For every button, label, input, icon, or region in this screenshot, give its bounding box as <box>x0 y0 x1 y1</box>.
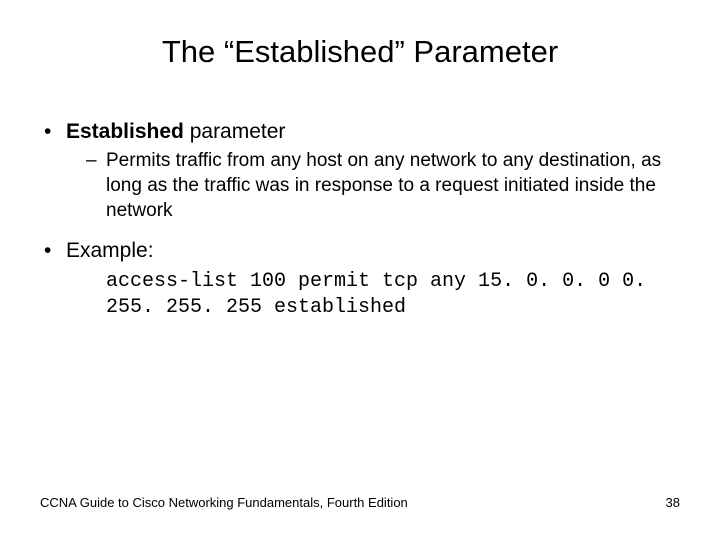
footer-source: CCNA Guide to Cisco Networking Fundament… <box>40 495 408 510</box>
bullet-established: Established parameter <box>40 118 680 145</box>
bullet-example: Example: <box>40 237 680 264</box>
code-example: access-list 100 permit tcp any 15. 0. 0.… <box>40 269 680 321</box>
slide-container: The “Established” Parameter Established … <box>0 0 720 540</box>
slide-title: The “Established” Parameter <box>40 34 680 70</box>
bullet-example-label: Example: <box>66 239 154 262</box>
bullet-established-bold: Established <box>66 120 184 143</box>
page-number: 38 <box>666 495 680 510</box>
bullet-established-desc: Permits traffic from any host on any net… <box>40 149 680 223</box>
slide-content: Established parameter Permits traffic fr… <box>40 118 680 321</box>
slide-footer: CCNA Guide to Cisco Networking Fundament… <box>40 495 680 510</box>
bullet-established-rest: parameter <box>184 120 286 143</box>
